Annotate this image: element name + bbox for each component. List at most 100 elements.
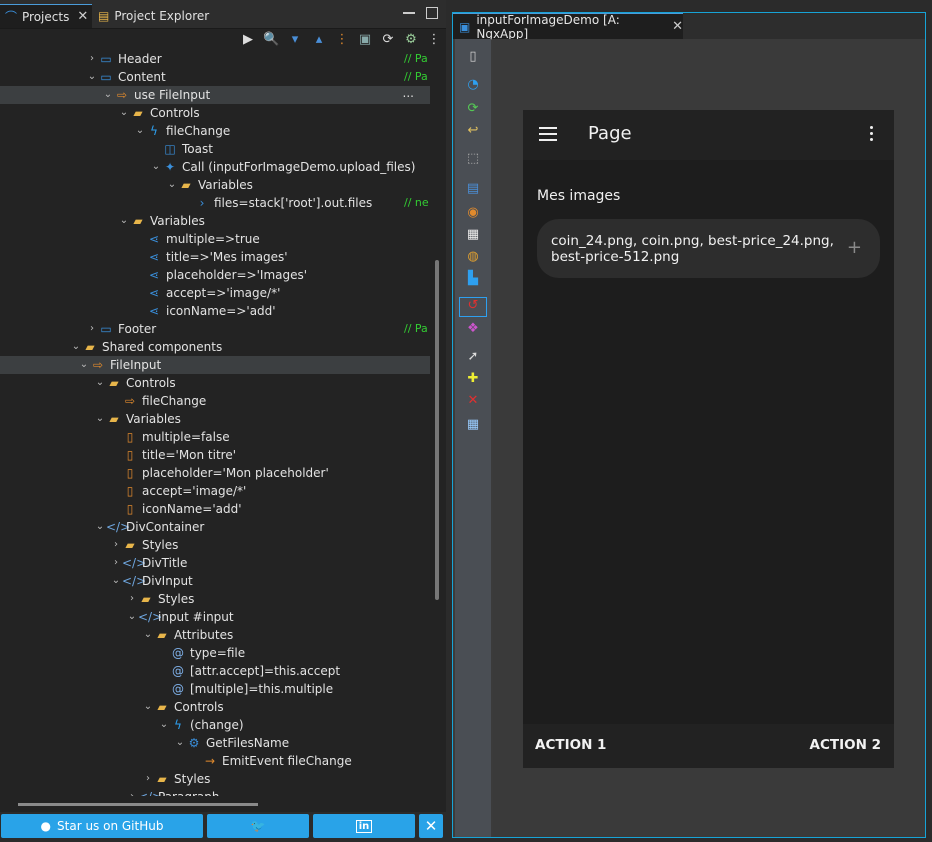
chevron-down-icon[interactable]: ⌄ [118, 212, 130, 230]
tree-node[interactable]: ⋖ accept=>'image/*' [0, 284, 430, 302]
chevron-down-icon[interactable]: ⌄ [126, 608, 138, 626]
build-icon[interactable]: ⚙ [403, 32, 419, 48]
chevron-down-icon[interactable]: ⌄ [78, 356, 90, 374]
cursor-icon[interactable]: ➚ [465, 349, 481, 365]
filter-icon[interactable]: ⋮ [334, 32, 350, 48]
tree-node[interactable]: › </> DivTitle [0, 554, 430, 572]
more-vert-icon[interactable] [870, 126, 874, 142]
chevron-down-icon[interactable]: ⌄ [102, 86, 114, 104]
tree-node[interactable]: ⌄ ▰ Controls [0, 698, 430, 716]
chevron-down-icon[interactable]: ⌄ [94, 518, 106, 536]
sync-icon[interactable]: ◔ [465, 77, 481, 93]
tree-node[interactable]: ▯ multiple=false [0, 428, 430, 446]
tree-node[interactable]: ⌄ ▰ Shared components [0, 338, 430, 356]
save-icon[interactable]: ▣ [357, 32, 373, 48]
close-social-button[interactable]: ✕ [419, 814, 443, 838]
close-icon[interactable]: ✕ [77, 9, 88, 24]
ionic-refresh-icon[interactable]: ↺ [459, 297, 487, 317]
chevron-down-icon[interactable]: ⌄ [142, 698, 154, 716]
refresh-icon[interactable]: ⟳ [380, 32, 396, 48]
chevron-down-icon[interactable]: ⌄ [94, 374, 106, 392]
linkedin-button[interactable]: in [313, 814, 415, 838]
chevron-right-icon[interactable]: › [126, 590, 138, 608]
tree-node[interactable]: ⌄ </> input #input [0, 608, 430, 626]
chevron-down-icon[interactable]: ⌄ [150, 158, 162, 176]
chevron-right-icon[interactable]: › [86, 320, 98, 338]
undo-icon[interactable]: ↩ [465, 123, 481, 139]
tree-node[interactable]: ▯ title='Mon titre' [0, 446, 430, 464]
puzzle-icon[interactable]: ❖ [465, 321, 481, 337]
twitter-button[interactable]: 🐦 [207, 814, 309, 838]
chevron-down-icon[interactable]: ⌄ [70, 338, 82, 356]
tree-node[interactable]: ⋖ placeholder=>'Images' [0, 266, 430, 284]
tree-node[interactable]: ▯ iconName='add' [0, 500, 430, 518]
tree-node[interactable]: ⋖ title=>'Mes images' [0, 248, 430, 266]
file-input-field[interactable]: coin_24.png, coin.png, best-price_24.png… [537, 219, 880, 278]
chevron-right-icon[interactable]: › [110, 554, 122, 572]
tree-node[interactable]: › files=stack['root'].out.files // ne [0, 194, 430, 212]
add-icon[interactable]: + [847, 237, 862, 258]
chevron-down-icon[interactable]: ⌄ [158, 716, 170, 734]
action-2-button[interactable]: ACTION 2 [810, 737, 881, 753]
tree-node[interactable]: ⌄ ▰ Variables [0, 212, 430, 230]
tab-projects[interactable]: ⌒ Projects ✕ [0, 4, 92, 28]
horizontal-scrollbar[interactable] [18, 803, 258, 806]
vertical-scrollbar[interactable] [435, 260, 439, 600]
menu-icon[interactable] [539, 127, 557, 141]
run-icon[interactable]: ▶ [240, 32, 256, 48]
tree-node[interactable]: ⋖ multiple=>true [0, 230, 430, 248]
chevron-right-icon[interactable]: › [126, 788, 138, 796]
image-icon[interactable]: ▤ [465, 181, 481, 197]
globe-icon[interactable]: ◍ [465, 249, 481, 265]
github-star-button[interactable]: ● Star us on GitHub [1, 814, 203, 838]
view-menu-icon[interactable]: ⋮ [426, 32, 442, 48]
chevron-down-icon[interactable]: ⌄ [86, 68, 98, 86]
maximize-icon[interactable] [426, 7, 438, 19]
chevron-right-icon[interactable]: › [110, 536, 122, 554]
collapse-icon[interactable]: ▾ [287, 32, 303, 48]
tree-node[interactable]: ⌄ ⚙ GetFilesName [0, 734, 430, 752]
tree-node[interactable]: ⌄ ▰ Variables [0, 176, 430, 194]
chevron-down-icon[interactable]: ⌄ [166, 176, 178, 194]
tree-node[interactable]: ▯ placeholder='Mon placeholder' [0, 464, 430, 482]
tree-node[interactable]: › ▰ Styles [0, 590, 430, 608]
tree-node[interactable]: → EmitEvent fileChange [0, 752, 430, 770]
tree-node[interactable]: ⌄ ⇨ use FileInput... [0, 86, 430, 104]
tree-node[interactable]: ▯ accept='image/*' [0, 482, 430, 500]
tree-node[interactable]: @ [multiple]=this.multiple [0, 680, 430, 698]
more-button[interactable]: ... [403, 84, 414, 102]
tree-node[interactable]: ⌄ ϟ fileChange [0, 122, 430, 140]
table-icon[interactable]: ▦ [465, 417, 481, 433]
tree-node[interactable]: ⌄ ϟ (change) [0, 716, 430, 734]
device-icon[interactable]: ▯ [465, 49, 481, 65]
close-icon[interactable]: ✕ [672, 19, 683, 34]
expand-icon[interactable]: ▴ [311, 32, 327, 48]
chevron-down-icon[interactable]: ⌄ [174, 734, 186, 752]
tree-node[interactable]: › ▭ Footer // Pa [0, 320, 430, 338]
tree-node[interactable]: › ▭ Header // Pa [0, 50, 430, 68]
chevron-down-icon[interactable]: ⌄ [110, 572, 122, 590]
tree-node[interactable]: @ [attr.accept]=this.accept [0, 662, 430, 680]
tree-node[interactable]: ⌄ ▰ Controls [0, 104, 430, 122]
chevron-down-icon[interactable]: ⌄ [94, 410, 106, 428]
tree-node[interactable]: ›</>Paragraph [0, 788, 430, 796]
search-icon[interactable]: 🔍 [263, 32, 279, 48]
grid-select-icon[interactable]: ⬚ [465, 151, 481, 167]
chevron-down-icon[interactable]: ⌄ [134, 122, 146, 140]
tree-node[interactable]: ⌄ </> DivContainer [0, 518, 430, 536]
tree-node[interactable]: ⌄ ▭ Content// Pa [0, 68, 430, 86]
tree-node[interactable]: ⇨ fileChange [0, 392, 430, 410]
chevron-right-icon[interactable]: › [142, 770, 154, 788]
chevron-right-icon[interactable]: › [86, 50, 98, 68]
tree-node[interactable]: › ▰ Styles [0, 536, 430, 554]
chevron-down-icon[interactable]: ⌄ [118, 104, 130, 122]
tree-node[interactable]: ⌄ </> DivInput [0, 572, 430, 590]
tree-node[interactable]: ◫ Toast [0, 140, 430, 158]
tab-input-for-image-demo[interactable]: ▣ inputForImageDemo [A: NgxApp] ✕ [453, 13, 683, 41]
tree-node[interactable]: ⌄ ▰ Attributes [0, 626, 430, 644]
qr-code-icon[interactable]: ▦ [465, 227, 481, 243]
tree-node[interactable]: ⌄ ⇨ FileInput [0, 356, 430, 374]
reload-icon[interactable]: ⟳ [465, 101, 481, 117]
palette-color-icon[interactable]: ◉ [465, 205, 481, 221]
add-element-icon[interactable]: ✚ [465, 371, 481, 387]
